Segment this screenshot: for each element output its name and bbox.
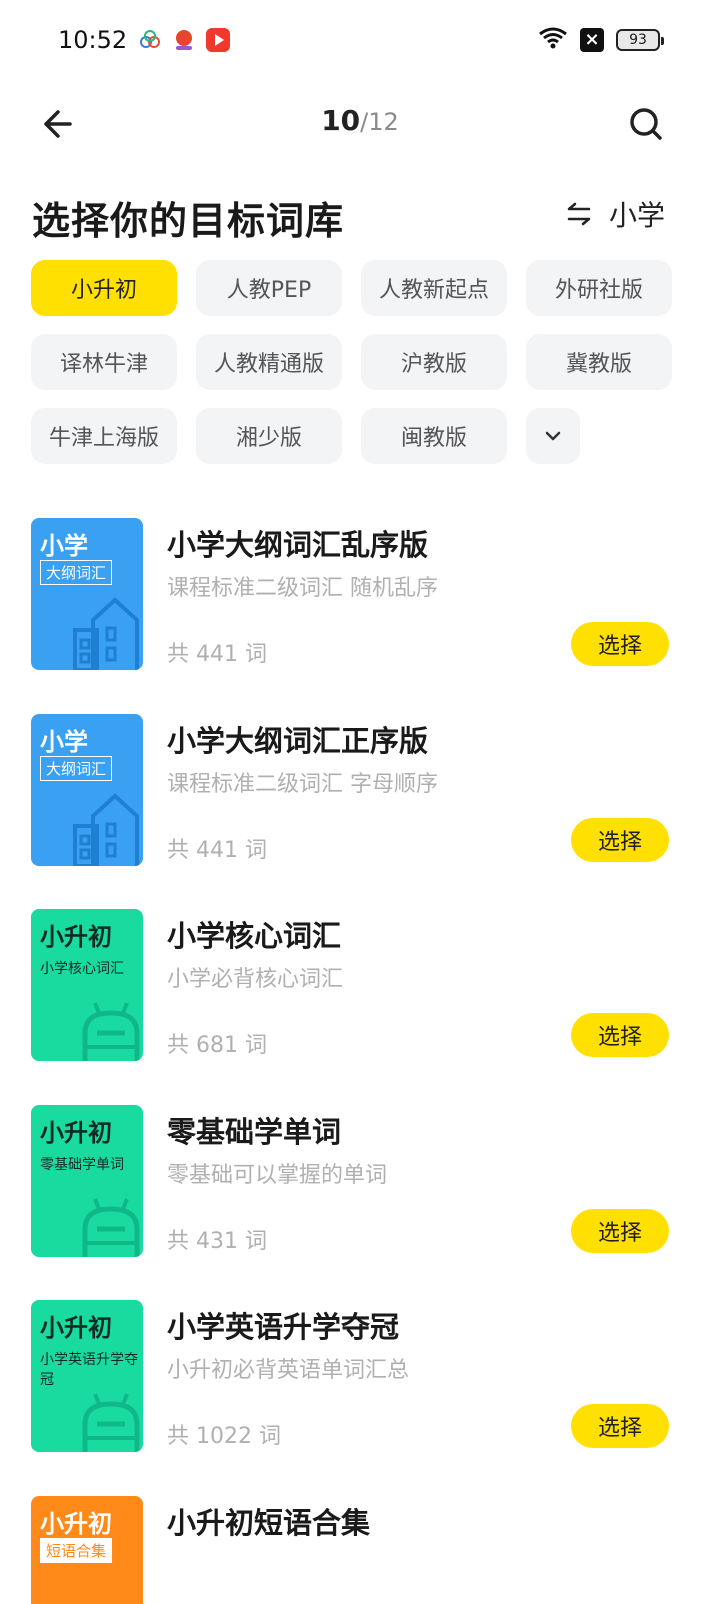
- cover-title: 小升初: [40, 923, 112, 951]
- building-icon: [73, 793, 139, 866]
- book-word-count: 共 441 词: [167, 642, 267, 667]
- step-progress: 10/12: [0, 104, 720, 137]
- book-cover: 小升初 零基础学单词: [31, 1105, 143, 1257]
- battery-icon: 93: [616, 29, 664, 51]
- cover-subtitle: 小学英语升学夺冠: [40, 1352, 138, 1388]
- chip-niujin-shanghai[interactable]: 牛津上海版: [31, 408, 177, 464]
- book-word-count: 共 431 词: [167, 1229, 267, 1254]
- book-cover: 小学 大纲词汇: [31, 518, 143, 670]
- cover-title: 小升初: [40, 1510, 112, 1538]
- book-title: 小学英语升学夺冠: [167, 1310, 400, 1344]
- page-title: 选择你的目标词库: [32, 199, 345, 243]
- book-description: 课程标准二级词汇 字母顺序: [167, 772, 438, 797]
- swap-icon: [567, 202, 591, 226]
- search-icon: [630, 108, 662, 140]
- chips-expand-button[interactable]: [526, 408, 580, 464]
- cover-subtitle: 小学核心词汇: [40, 961, 124, 977]
- cover-title: 小学: [40, 532, 88, 560]
- cover-subtitle: 大纲词汇: [40, 560, 113, 585]
- book-word-count: 共 681 词: [167, 1033, 267, 1058]
- search-button[interactable]: [624, 102, 668, 146]
- cover-title: 小升初: [40, 1119, 112, 1147]
- header: 10/12: [0, 92, 720, 154]
- status-time: 10:52: [58, 26, 128, 54]
- book-title: 小学核心词汇: [167, 919, 342, 953]
- robot-icon: [82, 1198, 140, 1257]
- wordbook-item[interactable]: 小升初 小学英语升学夺冠 小学英语升学夺冠 小升初必背英语单词汇总 共 1022…: [31, 1300, 671, 1452]
- cover-subtitle: 零基础学单词: [40, 1157, 124, 1173]
- cloud-app-icon: [138, 28, 162, 52]
- book-word-count: 共 441 词: [167, 838, 267, 863]
- battery-level: 93: [629, 32, 647, 48]
- select-button[interactable]: 选择: [571, 1209, 669, 1253]
- wordbook-item[interactable]: 小升初 小学核心词汇 小学核心词汇 小学必背核心词汇 共 681 词 选择: [31, 909, 671, 1061]
- book-description: 课程标准二级词汇 随机乱序: [167, 576, 438, 601]
- select-button[interactable]: 选择: [571, 818, 669, 862]
- chip-minjiao[interactable]: 闽教版: [361, 408, 507, 464]
- wordbook-item[interactable]: 小升初 短语合集 小升初短语合集: [31, 1496, 671, 1604]
- no-sim-icon: ×: [580, 28, 604, 52]
- chip-renjiao-xinqidian[interactable]: 人教新起点: [361, 260, 507, 316]
- chip-waiyanshe[interactable]: 外研社版: [526, 260, 672, 316]
- wifi-icon: [538, 26, 568, 54]
- notification-app-icon: [172, 28, 196, 52]
- status-bar: 10:52 × 93: [0, 0, 720, 82]
- chip-yilin-niujin[interactable]: 译林牛津: [31, 334, 177, 390]
- robot-icon: [82, 1393, 140, 1452]
- cover-title: 小升初: [40, 1314, 112, 1342]
- chevron-down-icon: [545, 431, 561, 441]
- chip-renjiao-jingtong[interactable]: 人教精通版: [196, 334, 342, 390]
- book-cover: 小升初 小学英语升学夺冠: [31, 1300, 143, 1452]
- cover-subtitle: 短语合集: [40, 1538, 113, 1563]
- wordbook-item[interactable]: 小学 大纲词汇 小学大纲词汇乱序版 课程标准二级词汇 随机乱序 共 441 词 …: [31, 518, 671, 670]
- video-app-icon: [206, 28, 230, 52]
- chip-xiangshao[interactable]: 湘少版: [196, 408, 342, 464]
- book-cover: 小升初 小学核心词汇: [31, 909, 143, 1061]
- book-title: 零基础学单词: [167, 1115, 342, 1149]
- select-button[interactable]: 选择: [571, 1013, 669, 1057]
- wordbook-item[interactable]: 小学 大纲词汇 小学大纲词汇正序版 课程标准二级词汇 字母顺序 共 441 词 …: [31, 714, 671, 866]
- progress-total: 12: [368, 108, 399, 136]
- book-cover: 小升初 短语合集: [31, 1496, 143, 1604]
- progress-current: 10: [321, 104, 361, 137]
- book-word-count: 共 1022 词: [167, 1424, 281, 1449]
- book-title: 小学大纲词汇乱序版: [167, 528, 429, 562]
- book-title: 小升初短语合集: [167, 1506, 371, 1540]
- level-switch[interactable]: 小学: [565, 194, 665, 234]
- status-indicators: × 93: [538, 26, 664, 54]
- cover-subtitle: 大纲词汇: [40, 756, 113, 781]
- chip-jijiao[interactable]: 冀教版: [526, 334, 672, 390]
- level-label: 小学: [608, 199, 665, 232]
- chip-xiaoshengchu[interactable]: 小升初: [31, 260, 177, 316]
- wordbook-item[interactable]: 小升初 零基础学单词 零基础学单词 零基础可以掌握的单词 共 431 词 选择: [31, 1105, 671, 1257]
- chip-hujiao[interactable]: 沪教版: [361, 334, 507, 390]
- book-description: 零基础可以掌握的单词: [167, 1163, 388, 1188]
- cover-title: 小学: [40, 728, 88, 756]
- select-button[interactable]: 选择: [571, 622, 669, 666]
- robot-icon: [82, 1002, 140, 1061]
- chip-renjiao-pep[interactable]: 人教PEP: [196, 260, 342, 316]
- book-description: 小学必背核心词汇: [167, 967, 344, 992]
- building-icon: [73, 597, 139, 670]
- book-cover: 小学 大纲词汇: [31, 714, 143, 866]
- select-button[interactable]: 选择: [571, 1404, 669, 1448]
- book-title: 小学大纲词汇正序版: [167, 724, 429, 758]
- book-description: 小升初必背英语单词汇总: [167, 1358, 410, 1383]
